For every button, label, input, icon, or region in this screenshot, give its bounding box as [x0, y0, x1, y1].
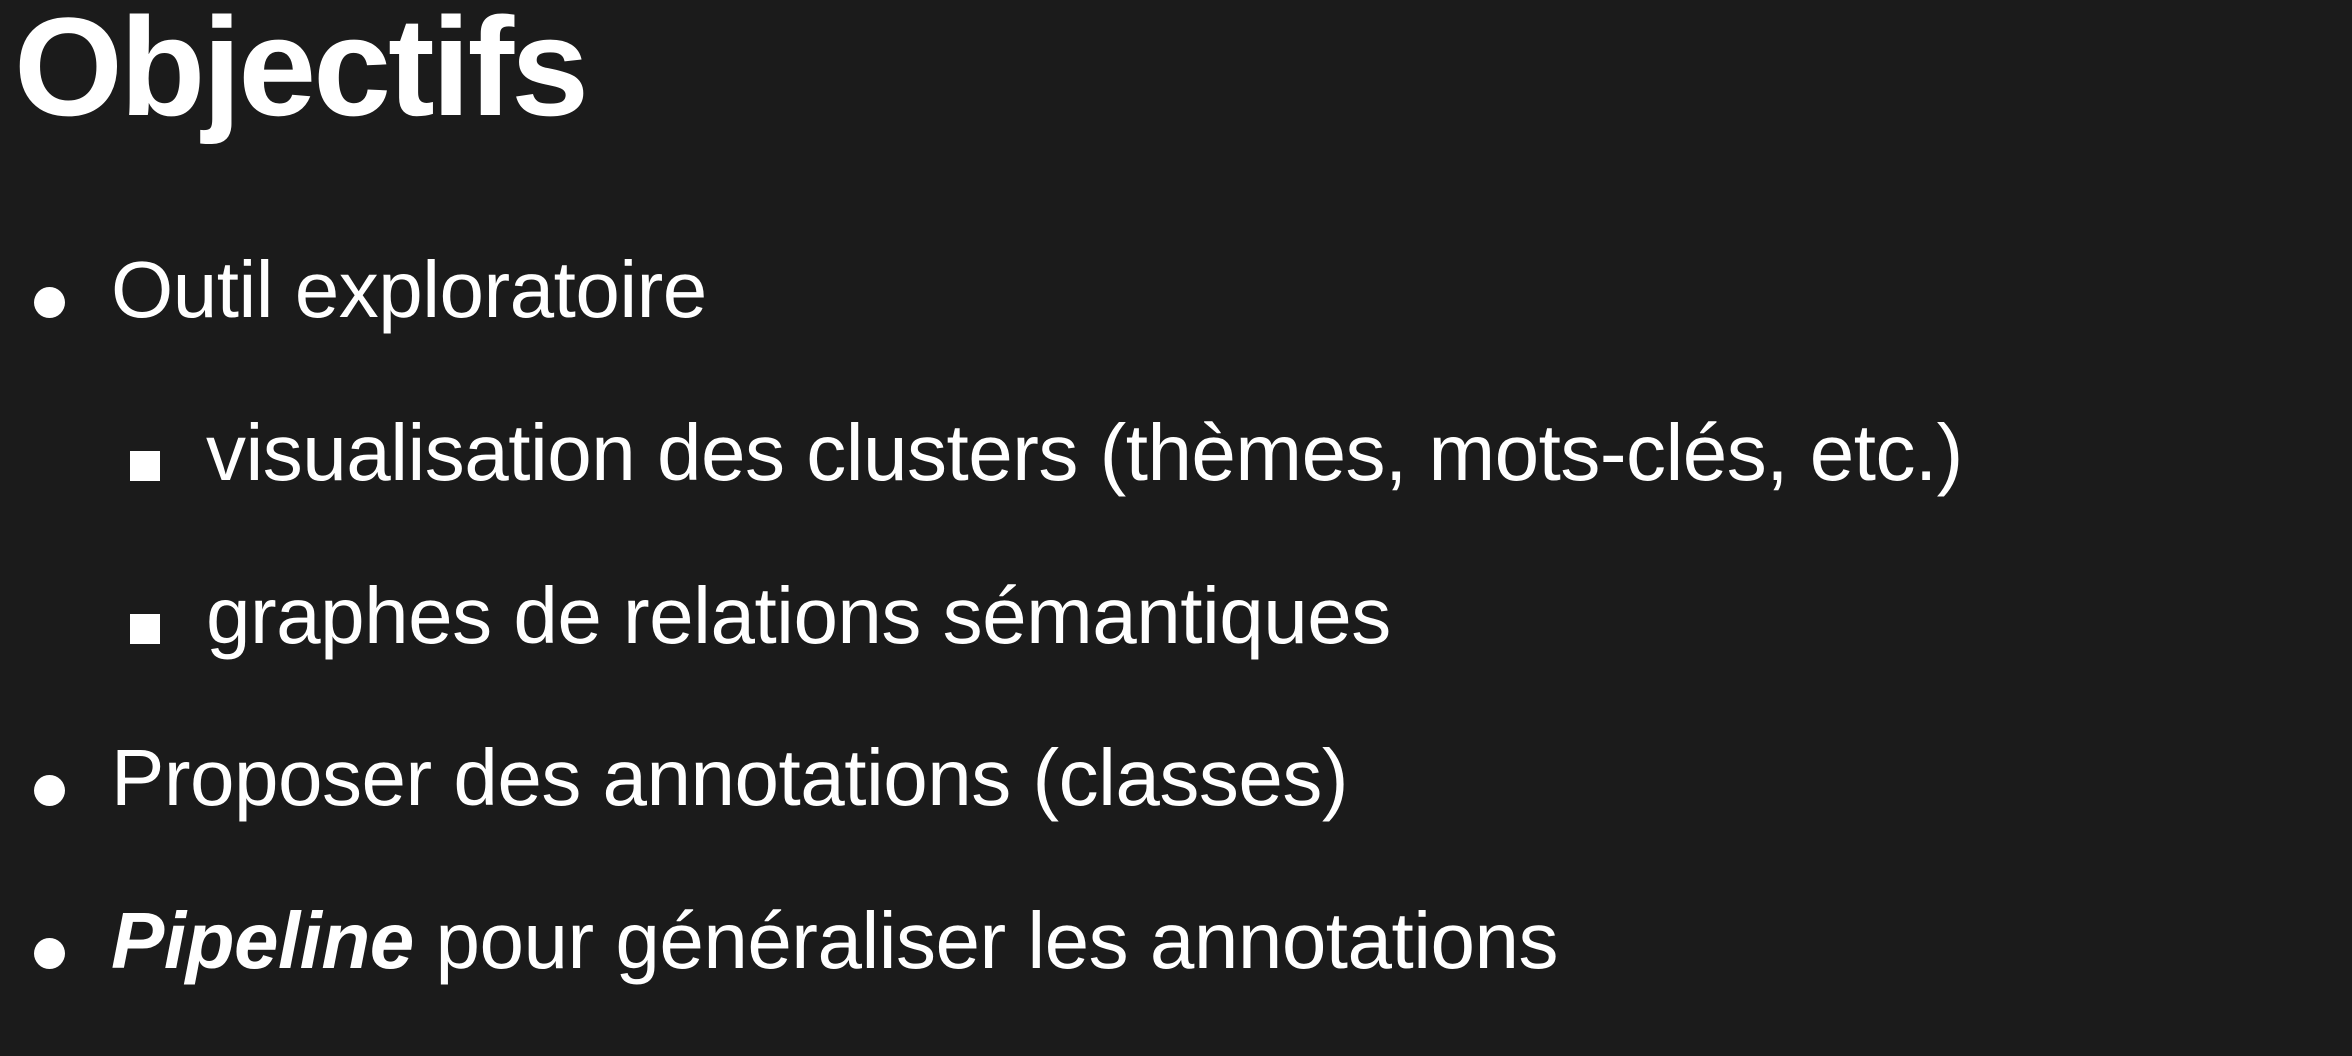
- bullet-text-pipeline: Pipeline pour généraliser les annotation…: [111, 901, 1559, 981]
- sub-bullet-text: visualisation des clusters (thèmes, mots…: [206, 408, 1963, 497]
- bullet-square-icon: [130, 451, 160, 481]
- bullet-square-icon: [130, 614, 160, 644]
- sub-bullet-text: graphes de relations sémantiques: [206, 571, 1391, 660]
- bullet-dot-icon: [34, 287, 65, 318]
- bullet-text: Proposer des annotations (classes): [111, 733, 1348, 822]
- bullet-dot-icon: [34, 938, 65, 969]
- emphasis-pipeline: Pipeline: [111, 896, 414, 985]
- bullet-dot-icon: [34, 775, 65, 806]
- slide-title: Objectifs: [14, 0, 589, 145]
- bullet-text-rest: pour généraliser les annotations: [413, 896, 1559, 985]
- bullet-text: Outil exploratoire: [111, 245, 707, 334]
- slide: { "slide": { "title": "Objectifs", "bull…: [0, 0, 2352, 1056]
